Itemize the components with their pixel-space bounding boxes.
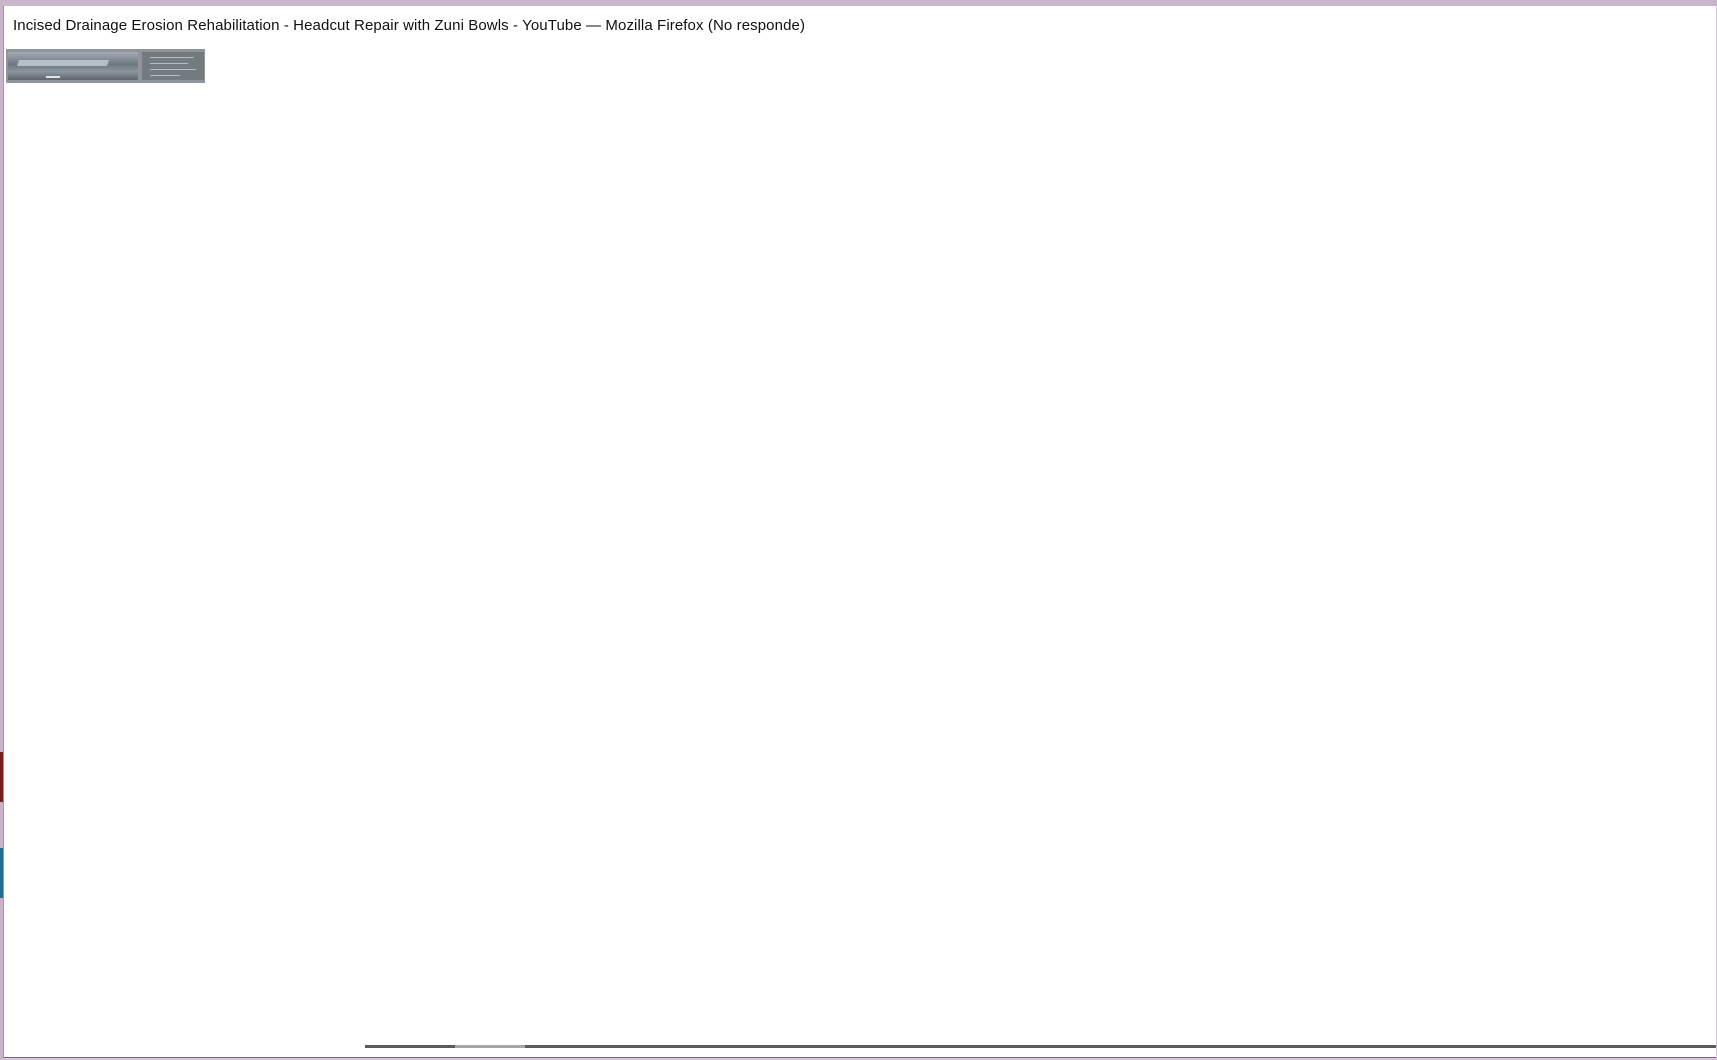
background-bottom-edge — [365, 1045, 1716, 1048]
thumbnail-progress-bar — [46, 76, 60, 78]
thumbnail-sidebar-line — [150, 57, 194, 58]
firefox-not-responding-window[interactable]: Incised Drainage Erosion Rehabilitation … — [3, 6, 1716, 1058]
window-title: Incised Drainage Erosion Rehabilitation … — [13, 17, 806, 34]
thumbnail-sidebar-line — [150, 69, 196, 70]
thumbnail-sidebar-preview — [142, 52, 204, 80]
thumbnail-highlight — [16, 60, 110, 66]
desktop-background: Incised Drainage Erosion Rehabilitation … — [0, 0, 1717, 1060]
background-bottom-edge-highlight — [455, 1045, 525, 1048]
video-thumbnail — [6, 49, 205, 83]
thumbnail-sidebar-line — [150, 75, 180, 76]
thumbnail-sidebar-line — [150, 63, 188, 64]
thumbnail-video-frame — [8, 52, 138, 80]
